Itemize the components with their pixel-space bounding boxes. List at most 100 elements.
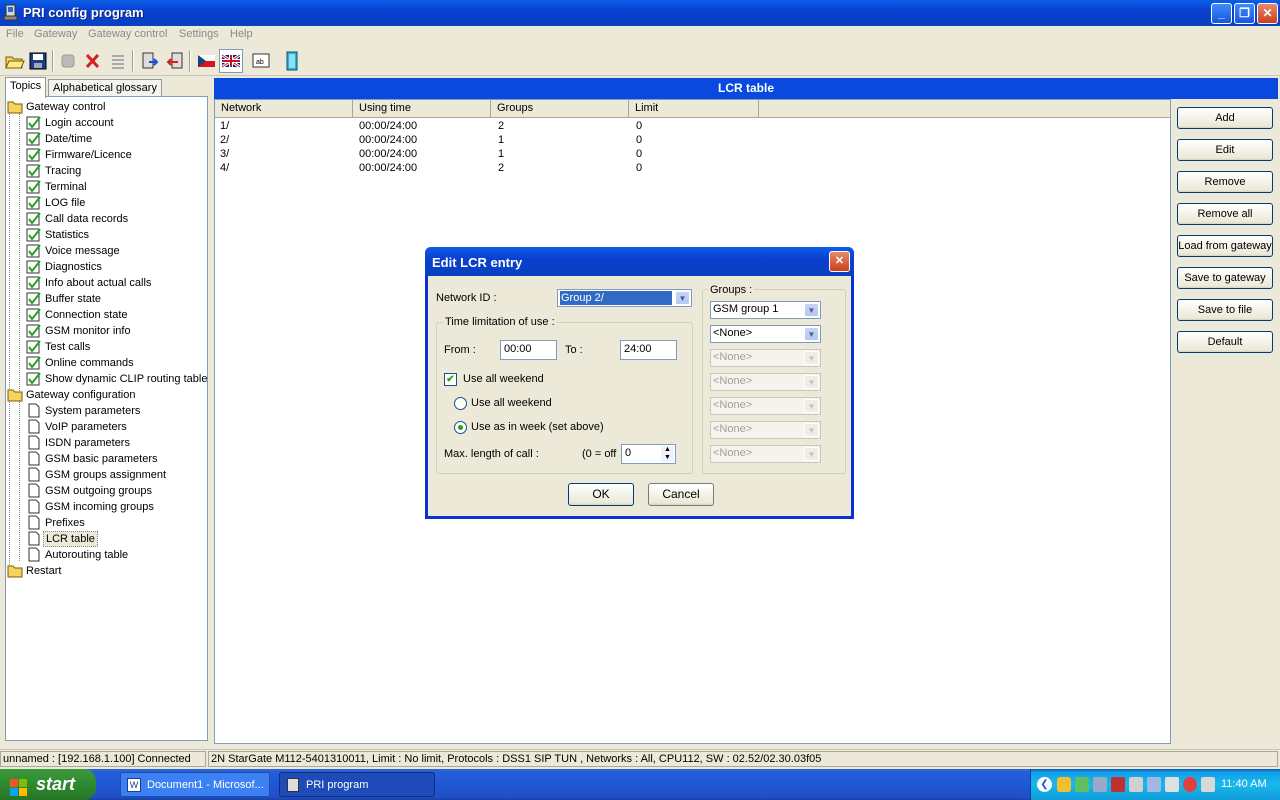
tree-item-16[interactable]: Show dynamic CLIP routing table — [26, 371, 207, 387]
upload-icon[interactable] — [163, 49, 187, 73]
open-folder-icon[interactable] — [2, 49, 26, 73]
tree-config-item-4[interactable]: GSM groups assignment — [26, 467, 206, 483]
chevron-down-icon[interactable]: ▼ — [804, 303, 819, 317]
usb-icon[interactable] — [1129, 777, 1143, 792]
tree-item-1[interactable]: Date/time — [26, 131, 206, 147]
add-button[interactable]: Add — [1177, 107, 1273, 129]
tree-folder-gateway-configuration[interactable]: Gateway configuration — [7, 387, 206, 403]
menu-file[interactable]: File — [6, 28, 24, 40]
terminal-icon[interactable]: ab — [249, 49, 273, 73]
chevron-down-icon[interactable]: ▼ — [675, 291, 690, 305]
tree-item-4[interactable]: Terminal — [26, 179, 206, 195]
word-doc-icon: W — [127, 778, 141, 792]
radio-use-all-weekend[interactable] — [454, 397, 467, 410]
close-button[interactable]: ✕ — [1257, 3, 1278, 24]
save-to-gateway-button[interactable]: Save to gateway — [1177, 267, 1273, 289]
tree-config-item-6[interactable]: GSM incoming groups — [26, 499, 206, 515]
printer-icon[interactable] — [1201, 777, 1215, 792]
tree-item-6[interactable]: Call data records — [26, 211, 206, 227]
tree-config-item-0[interactable]: System parameters — [26, 403, 206, 419]
tree-item-5[interactable]: LOG file — [26, 195, 206, 211]
to-input[interactable]: 24:00 — [620, 340, 677, 360]
radio-use-as-in-week[interactable] — [454, 421, 467, 434]
tree-config-item-7[interactable]: Prefixes — [26, 515, 206, 531]
tree-item-3[interactable]: Tracing — [26, 163, 206, 179]
use-all-weekend-checkbox[interactable]: ✔ — [444, 373, 457, 386]
restore-button[interactable]: ❐ — [1234, 3, 1255, 24]
load-from-gateway-button[interactable]: Load from gateway — [1177, 235, 1273, 257]
stop-icon[interactable] — [56, 49, 80, 73]
menu-settings[interactable]: Settings — [179, 28, 219, 40]
tree-item-15[interactable]: Online commands — [26, 355, 206, 371]
ok-button[interactable]: OK — [568, 483, 634, 506]
tree-config-item-1[interactable]: VoIP parameters — [26, 419, 206, 435]
minimize-button[interactable]: _ — [1211, 3, 1232, 24]
delete-x-icon[interactable] — [80, 49, 104, 73]
tree-config-item-3[interactable]: GSM basic parameters — [26, 451, 206, 467]
from-input[interactable]: 00:00 — [500, 340, 557, 360]
tab-alphabetical-glossary[interactable]: Alphabetical glossary — [48, 79, 162, 97]
tree-item-0[interactable]: Login account — [26, 115, 206, 131]
task-pri-program[interactable]: PRI program — [279, 772, 435, 797]
chevron-down-icon[interactable]: ▼ — [804, 327, 819, 341]
max-length-stepper[interactable]: 0 ▲ ▼ — [621, 444, 676, 464]
task-document1[interactable]: W Document1 - Microsof... — [120, 772, 270, 797]
remove-button[interactable]: Remove — [1177, 171, 1273, 193]
show-hidden-icons-icon[interactable]: ❮ — [1037, 777, 1052, 792]
menu-help[interactable]: Help — [230, 28, 253, 40]
czech-flag-icon[interactable] — [194, 49, 218, 73]
dialog-close-button[interactable]: ✕ — [829, 251, 850, 272]
tree-config-item-8[interactable]: LCR table — [26, 531, 206, 547]
tree-item-13[interactable]: GSM monitor info — [26, 323, 206, 339]
alert-icon[interactable] — [1111, 777, 1125, 792]
tree-item-8[interactable]: Voice message — [26, 243, 206, 259]
network-id-select[interactable]: Group 2/ ▼ — [557, 289, 692, 307]
device-icon[interactable] — [1165, 777, 1179, 792]
group-select-1[interactable]: GSM group 1 ▼ — [710, 301, 821, 319]
network-icon[interactable] — [1075, 777, 1089, 792]
group-select-2[interactable]: <None> ▼ — [710, 325, 821, 343]
table-row[interactable]: 1/00:00/24:00 2 0 — [215, 120, 1170, 134]
antivirus-icon[interactable] — [1183, 777, 1197, 792]
tree-item-label: Test calls — [45, 341, 91, 353]
table-row[interactable]: 3/00:00/24:00 1 0 — [215, 148, 1170, 162]
task-document1-label: Document1 - Microsof... — [147, 779, 264, 791]
menu-gateway[interactable]: Gateway — [34, 28, 77, 40]
tree-folder-restart[interactable]: Restart — [7, 563, 206, 579]
download-icon[interactable] — [138, 49, 162, 73]
remove-all-button[interactable]: Remove all — [1177, 203, 1273, 225]
tree-item-14[interactable]: Test calls — [26, 339, 206, 355]
column-header-network[interactable]: Network — [215, 100, 353, 118]
tree-item-7[interactable]: Statistics — [26, 227, 206, 243]
toolbar-separator — [52, 50, 54, 72]
spin-arrows-icon[interactable]: ▲ ▼ — [661, 446, 674, 462]
tree-folder-gateway-control[interactable]: Gateway control — [7, 99, 206, 115]
tree-config-item-2[interactable]: ISDN parameters — [26, 435, 206, 451]
edit-button[interactable]: Edit — [1177, 139, 1273, 161]
tree-item-11[interactable]: Buffer state — [26, 291, 206, 307]
start-button[interactable]: start — [0, 769, 96, 800]
tab-topics[interactable]: Topics — [5, 77, 47, 98]
column-header-groups[interactable]: Groups — [491, 100, 629, 118]
tree-item-10[interactable]: Info about actual calls — [26, 275, 206, 291]
exit-door-icon[interactable] — [280, 49, 304, 73]
column-header-limit[interactable]: Limit — [629, 100, 759, 118]
tree-config-item-5[interactable]: GSM outgoing groups — [26, 483, 206, 499]
table-row[interactable]: 2/00:00/24:00 1 0 — [215, 134, 1170, 148]
menu-gateway-control[interactable]: Gateway control — [88, 28, 167, 40]
tree-config-item-9[interactable]: Autorouting table — [26, 547, 206, 563]
save-disk-icon[interactable] — [26, 49, 50, 73]
uk-flag-icon[interactable] — [219, 49, 243, 73]
tree-item-2[interactable]: Firmware/Licence — [26, 147, 206, 163]
save-to-file-button[interactable]: Save to file — [1177, 299, 1273, 321]
tree-item-9[interactable]: Diagnostics — [26, 259, 206, 275]
network-disconnected-icon[interactable] — [1093, 777, 1107, 792]
security-shield-icon[interactable] — [1057, 777, 1071, 792]
cancel-button[interactable]: Cancel — [648, 483, 714, 506]
list-icon[interactable] — [106, 49, 130, 73]
table-row[interactable]: 4/00:00/24:00 2 0 — [215, 162, 1170, 176]
column-header-using-time[interactable]: Using time — [353, 100, 491, 118]
tool-icon[interactable] — [1147, 777, 1161, 792]
tree-item-12[interactable]: Connection state — [26, 307, 206, 323]
default-button[interactable]: Default — [1177, 331, 1273, 353]
